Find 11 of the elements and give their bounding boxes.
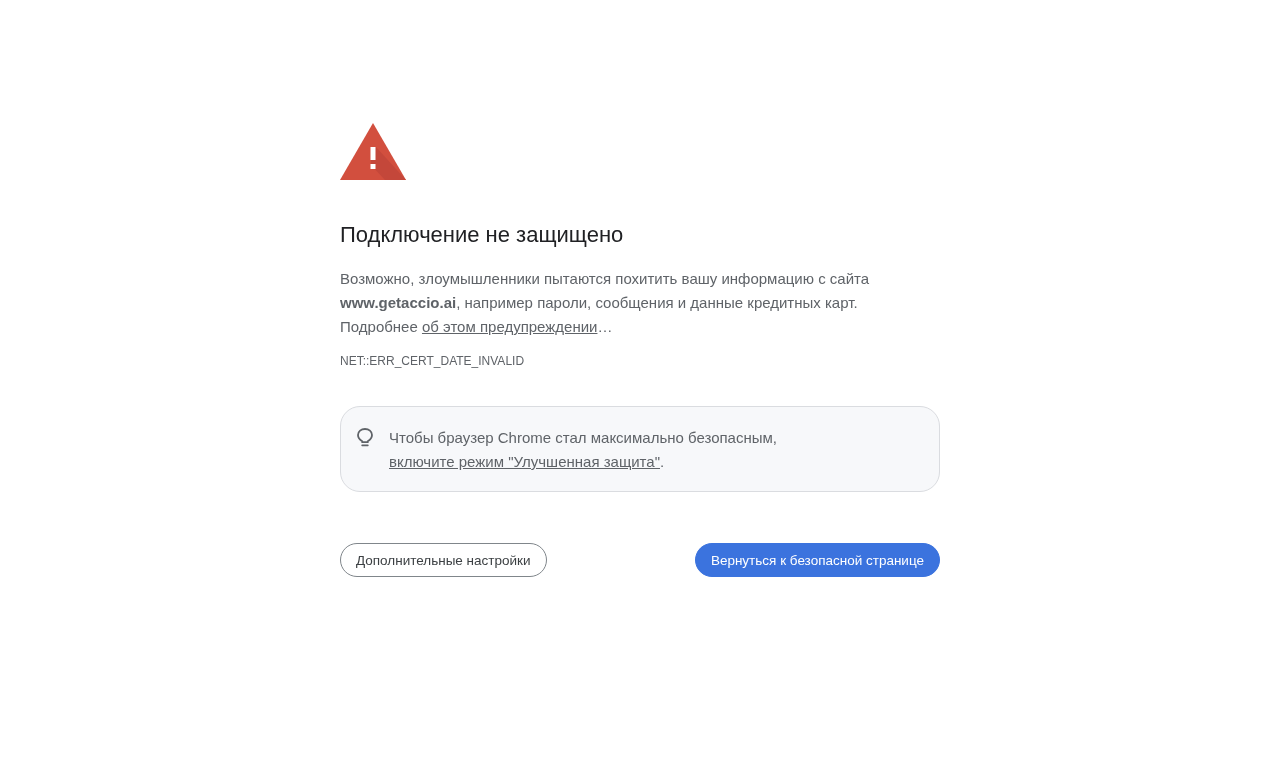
page-heading: Подключение не защищено [340,221,625,249]
tip-text: Чтобы браузер Chrome стал максимально безопасным, включите режим "Улучшенная защита". [389,428,778,472]
advanced-button[interactable]: Дополнительные настройки [340,543,547,577]
learn-more-text: Подробнее об этом предупреждении… [340,317,614,337]
back-to-safety-button[interactable]: Вернуться к безопасной странице [694,543,940,577]
learn-more-link[interactable]: об этом предупреждении [421,318,598,335]
explanation-text: Возможно, злоумышленники пытаются похитить вашу информацию с сайта www.getaccio.ai, например пароли, сообщения и данные кредитных карт. [340,269,871,313]
enhanced-protection-link[interactable]: включите режим "Улучшенная защита" [389,453,660,470]
error-code: NET::ERR_CERT_DATE_INVALID [340,353,526,369]
lightbulb-icon [357,428,373,447]
warning-triangle-icon [340,123,406,180]
